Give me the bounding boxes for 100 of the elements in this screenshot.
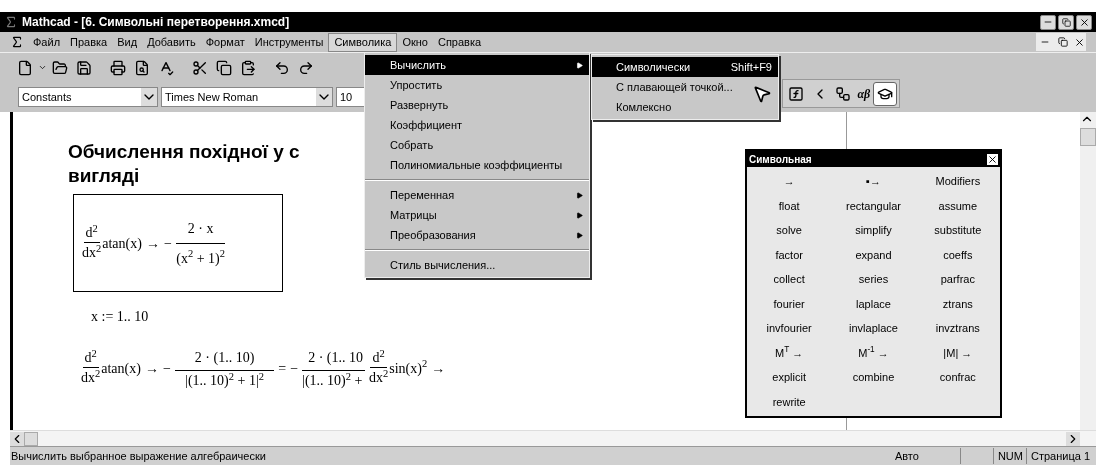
fraction-numerator: 2 · (1.. 10): [174, 347, 275, 371]
menu-item[interactable]: Комлексно: [592, 97, 778, 117]
palette-button[interactable]: M$^{T}$ →: [747, 340, 832, 365]
symbolic-button[interactable]: [873, 81, 897, 106]
derivative-numerator: d$^{2}$: [83, 226, 100, 243]
palette-button[interactable]: ztrans: [915, 291, 1000, 316]
style-dropdown[interactable]: Constants: [18, 87, 158, 107]
menu-item[interactable]: Файл: [28, 32, 66, 52]
heading-text: Обчислення похідної у с: [68, 140, 300, 164]
menu-item[interactable]: Правка: [65, 32, 113, 52]
palette-button[interactable]: →: [747, 169, 832, 194]
restore-button[interactable]: [1058, 14, 1074, 30]
palette-button[interactable]: assume: [915, 193, 1000, 218]
restore-icon: [1058, 37, 1068, 47]
palette-button[interactable]: fourier: [747, 291, 832, 316]
palette-button[interactable]: invfourier: [747, 316, 832, 341]
minus-sign: −: [162, 359, 171, 378]
status-page: Страница 1: [1029, 448, 1091, 464]
heading-text: вигляді: [68, 164, 140, 188]
palette-button[interactable]: coeffs: [915, 242, 1000, 267]
menu-item[interactable]: Коэффициент: [365, 115, 589, 135]
menu-item[interactable]: Справка: [432, 32, 487, 52]
derivative-denominator: dx$^{2}$: [368, 368, 389, 385]
menu-item[interactable]: Добавить: [142, 32, 201, 52]
menu-item[interactable]: Окно: [397, 32, 433, 52]
equals-sign: =: [278, 359, 287, 378]
horizontal-scrollbar[interactable]: [10, 430, 1096, 446]
scroll-right-icon[interactable]: [1066, 431, 1080, 446]
palette-button[interactable]: invztrans: [915, 316, 1000, 341]
scroll-thumb[interactable]: [1080, 128, 1096, 146]
arrow-symbol: →: [144, 359, 159, 378]
palette-button[interactable]: solve: [747, 218, 832, 243]
window-title: Mathcad - [6. Символьні перетворення.xmcd]: [22, 14, 290, 31]
palette-title: Символьная: [749, 152, 812, 167]
minimize-button[interactable]: [1040, 14, 1056, 30]
palette-button[interactable]: explicit: [747, 365, 832, 390]
close-icon[interactable]: [987, 153, 998, 165]
status-mode: Авто: [890, 447, 961, 465]
menu-item[interactable]: Символически Shift+F9: [592, 57, 778, 77]
close-document-button[interactable]: [1072, 33, 1086, 51]
menu-item[interactable]: Полиномиальные коэффициенты: [365, 155, 589, 175]
function-text: atan(x): [101, 359, 141, 378]
fraction-numerator: 2 · x: [175, 217, 226, 244]
palette-button[interactable]: confrac: [915, 365, 1000, 390]
status-message: Вычислить выбранное выражение алгебраически: [10, 448, 267, 464]
caret-icon[interactable]: [38, 63, 47, 72]
caret-icon: [316, 88, 332, 106]
mouse-cursor-icon: [752, 84, 772, 104]
caret-icon: [141, 88, 157, 106]
menu-item[interactable]: Стиль вычисления...: [365, 255, 589, 275]
palette-button[interactable]: combine: [831, 365, 916, 390]
minus-sign: −: [290, 359, 299, 378]
palette-button[interactable]: M$^{-1}$ →: [831, 340, 916, 365]
function-text: atan(x): [102, 234, 142, 253]
arrow-symbol: →: [431, 359, 446, 378]
derivative-denominator: dx$^{2}$: [82, 243, 102, 260]
palette-button[interactable]: invlaplace: [831, 316, 916, 341]
palette-button[interactable]: simplify: [831, 218, 916, 243]
menu-item[interactable]: Преобразования: [365, 225, 589, 245]
palette-button[interactable]: laplace: [831, 291, 916, 316]
menu-item[interactable]: Переменная: [365, 185, 589, 205]
scroll-thumb[interactable]: [24, 431, 38, 446]
palette-button[interactable]: Modifiers: [915, 169, 1000, 194]
range-definition: x := 1.. 10: [91, 308, 150, 326]
vertical-scrollbar[interactable]: [1080, 112, 1096, 430]
palette-button[interactable]: rewrite: [747, 389, 832, 414]
font-dropdown[interactable]: Times New Roman: [161, 87, 333, 107]
menu-item[interactable]: Вид: [112, 32, 143, 52]
menu-item[interactable]: С плавающей точкой...: [592, 77, 778, 97]
fraction-numerator: 2 · (1.. 10: [302, 347, 365, 371]
menu-item[interactable]: Формат: [200, 32, 250, 52]
derivative-numerator: d$^{2}$: [82, 351, 99, 368]
fraction-denominator: (x$^{2}$ + 1)$^{2}$: [176, 247, 225, 268]
greek-button[interactable]: αβ: [856, 82, 872, 105]
palette-button[interactable]: series: [831, 267, 916, 292]
derivative-denominator: dx$^{2}$: [81, 368, 101, 385]
scroll-left-icon[interactable]: [10, 431, 24, 446]
palette-button[interactable]: expand: [831, 242, 916, 267]
menu-item[interactable]: Инструменты: [249, 32, 329, 52]
function-text: sin(x)$^{2}$: [389, 357, 428, 378]
restore-icon: [1061, 17, 1071, 27]
minus-sign: −: [163, 234, 172, 253]
close-button[interactable]: [1076, 14, 1092, 30]
menu-item[interactable]: Вычислить: [365, 55, 589, 75]
palette-button[interactable]: substitute: [915, 218, 1000, 243]
palette-button[interactable]: collect: [747, 267, 832, 292]
close-icon: [1073, 36, 1085, 48]
menu-item[interactable]: Матрицы: [365, 205, 589, 225]
palette-button[interactable]: parfrac: [915, 267, 1000, 292]
palette-button[interactable]: factor: [747, 242, 832, 267]
arrow-symbol: →: [145, 234, 160, 253]
menu-item[interactable]: Символика: [328, 32, 398, 52]
palette-button[interactable]: ▪→: [831, 169, 916, 194]
fraction-denominator: |(1.. 10)$^{2}$ +: [302, 371, 363, 389]
menu-item[interactable]: Собрать: [365, 135, 589, 155]
palette-button[interactable]: rectangular: [831, 193, 916, 218]
app-icon: [4, 15, 18, 29]
derivative-numerator: d$^{2}$: [370, 351, 387, 368]
palette-button[interactable]: |M| →: [915, 340, 1000, 365]
palette-button[interactable]: float: [747, 193, 832, 218]
